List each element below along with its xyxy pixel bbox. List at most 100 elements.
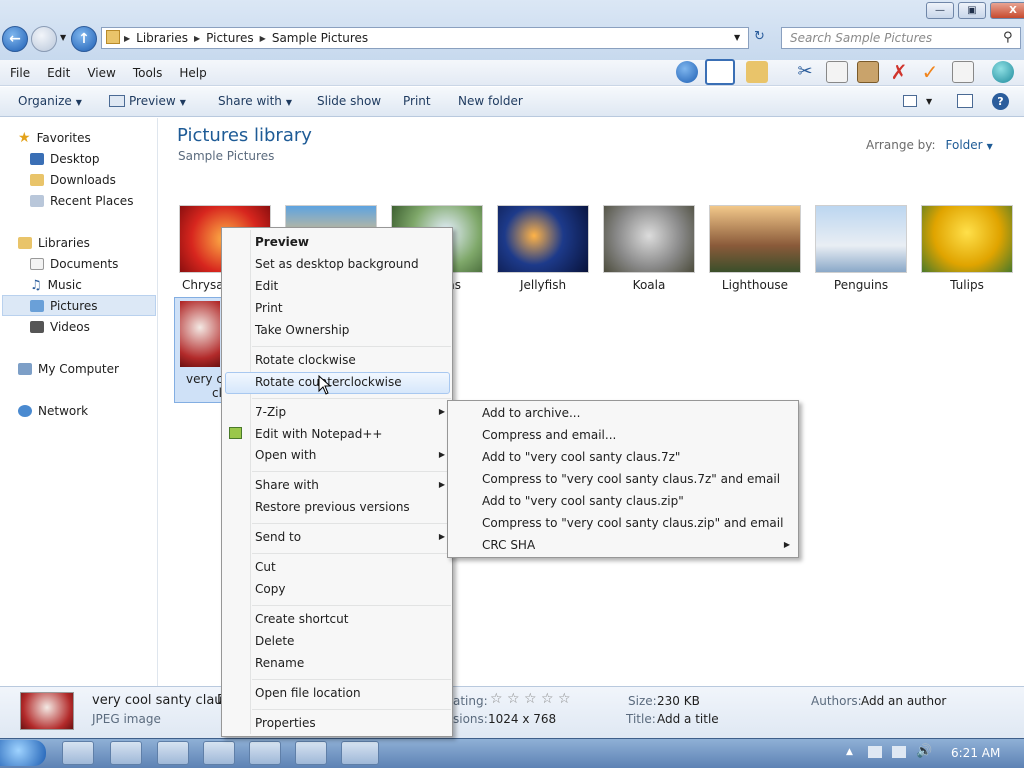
properties-icon[interactable] (952, 61, 974, 83)
submenu-item-add-7z[interactable]: Add to "very cool santy claus.7z" (482, 447, 680, 467)
thumbnail-jellyfish[interactable] (497, 205, 589, 273)
menu-item-preview[interactable]: Preview (255, 232, 309, 252)
checkmark-icon[interactable]: ✓ (919, 61, 941, 83)
address-dropdown-icon[interactable]: ▼ (734, 33, 740, 42)
slide-show-button[interactable]: Slide show (317, 94, 381, 108)
nav-desktop[interactable]: Desktop (30, 149, 100, 169)
taskbar-explorer-window[interactable] (341, 741, 379, 765)
menu-item-properties[interactable]: Properties (255, 713, 316, 733)
submenu-item-compress-7z-email[interactable]: Compress to "very cool santy claus.7z" a… (482, 469, 780, 489)
refresh-icon[interactable]: ↻ (754, 29, 765, 44)
copy-icon[interactable] (826, 61, 848, 83)
menu-item-create-shortcut[interactable]: Create shortcut (255, 609, 348, 629)
menu-item-edit[interactable]: Edit (255, 276, 278, 296)
folder-check-icon[interactable] (746, 61, 768, 83)
details-title-value[interactable]: Add a title (657, 712, 719, 726)
delete-x-icon[interactable]: ✗ (888, 61, 910, 83)
menu-item-open-with[interactable]: Open with (255, 445, 316, 465)
submenu-item-compress-zip-email[interactable]: Compress to "very cool santy claus.zip" … (482, 513, 783, 533)
up-arrow-icon[interactable] (676, 61, 698, 83)
nav-documents[interactable]: Documents (30, 254, 118, 274)
print-button[interactable]: Print (403, 94, 431, 108)
nav-my-computer[interactable]: My Computer (18, 359, 119, 379)
menu-item-edit-notepad[interactable]: Edit with Notepad++ (255, 424, 382, 444)
menu-item-7zip[interactable]: 7-Zip (255, 402, 286, 422)
nav-music[interactable]: ♫ Music (30, 275, 82, 295)
share-with-button[interactable]: Share with ▼ (218, 94, 292, 108)
submenu-item-crc-sha[interactable]: CRC SHA (482, 535, 535, 555)
menu-item-open-file-location[interactable]: Open file location (255, 683, 361, 703)
forward-icon[interactable] (31, 26, 57, 52)
submenu-item-add-to-archive[interactable]: Add to archive... (482, 403, 580, 423)
nav-recent-places[interactable]: Recent Places (30, 191, 133, 211)
menu-view[interactable]: View (87, 66, 115, 80)
thumbnail-penguins[interactable] (815, 205, 907, 273)
taskbar-notepad[interactable] (249, 741, 281, 765)
submenu-item-compress-email[interactable]: Compress and email... (482, 425, 616, 445)
preview-button[interactable]: Preview ▼ (129, 94, 186, 108)
taskbar-media-player[interactable] (110, 741, 142, 765)
organize-button[interactable]: Organize ▼ (18, 94, 82, 108)
menu-item-share-with[interactable]: Share with (255, 475, 319, 495)
taskbar-explorer[interactable] (62, 741, 94, 765)
up-icon[interactable]: ↑ (71, 26, 97, 52)
rating-stars[interactable]: ☆ ☆ ☆ ☆ ☆ (490, 691, 571, 707)
breadcrumb-sample-pictures[interactable]: Sample Pictures (272, 31, 368, 45)
volume-icon[interactable]: 🔊 (916, 744, 932, 759)
maximize-button[interactable]: ▣ (958, 2, 986, 19)
nav-downloads[interactable]: Downloads (30, 170, 116, 190)
chevron-down-icon[interactable]: ▼ (926, 97, 932, 106)
preview-pane-icon[interactable] (957, 94, 973, 108)
pane-layout-icon[interactable] (705, 59, 735, 85)
thumbnail-tulips[interactable] (921, 205, 1013, 273)
search-input[interactable]: Search Sample Pictures (781, 27, 1021, 49)
nav-videos[interactable]: Videos (30, 317, 90, 337)
menu-item-rotate-clockwise[interactable]: Rotate clockwise (255, 350, 356, 370)
new-folder-button[interactable]: New folder (458, 94, 523, 108)
start-button[interactable] (0, 740, 46, 766)
details-authors-value[interactable]: Add an author (861, 694, 946, 708)
menu-item-delete[interactable]: Delete (255, 631, 294, 651)
menu-item-set-desktop-background[interactable]: Set as desktop background (255, 254, 419, 274)
view-options-icon[interactable] (903, 95, 917, 107)
nav-network[interactable]: Network (18, 401, 88, 421)
minimize-button[interactable]: — (926, 2, 954, 19)
taskbar-app[interactable] (295, 741, 327, 765)
arrange-by[interactable]: Arrange by: Folder ▼ (866, 138, 993, 152)
nav-pictures[interactable]: Pictures (30, 296, 98, 316)
nav-favorites[interactable]: ★ Favorites (18, 128, 91, 148)
thumbnail-koala[interactable] (603, 205, 695, 273)
action-center-icon[interactable] (868, 746, 882, 758)
menu-help[interactable]: Help (179, 66, 206, 80)
close-button[interactable]: X (990, 2, 1024, 19)
menu-item-restore-previous-versions[interactable]: Restore previous versions (255, 497, 410, 517)
menu-file[interactable]: File (10, 66, 30, 80)
history-dropdown-icon[interactable]: ▼ (60, 33, 66, 42)
search-icon[interactable]: ⚲ (1003, 30, 1013, 45)
menu-edit[interactable]: Edit (47, 66, 70, 80)
menu-item-copy[interactable]: Copy (255, 579, 285, 599)
submenu-item-add-zip[interactable]: Add to "very cool santy claus.zip" (482, 491, 684, 511)
menu-item-take-ownership[interactable]: Take Ownership (255, 320, 349, 340)
thumbnail-lighthouse[interactable] (709, 205, 801, 273)
clock[interactable]: 6:21 AM (951, 746, 1000, 760)
arrange-by-value[interactable]: Folder (946, 138, 983, 152)
menu-item-cut[interactable]: Cut (255, 557, 276, 577)
menu-item-rename[interactable]: Rename (255, 653, 304, 673)
menu-item-print[interactable]: Print (255, 298, 283, 318)
menu-tools[interactable]: Tools (133, 66, 163, 80)
paste-icon[interactable] (857, 61, 879, 83)
breadcrumb-libraries[interactable]: Libraries (136, 31, 188, 45)
menu-item-send-to[interactable]: Send to (255, 527, 301, 547)
scissors-icon[interactable]: ✂ (794, 61, 816, 83)
help-icon[interactable]: ? (992, 93, 1009, 110)
taskbar-chrome[interactable] (157, 741, 189, 765)
network-tray-icon[interactable] (892, 746, 906, 758)
library-subtitle[interactable]: Sample Pictures (178, 149, 274, 163)
breadcrumb-pictures[interactable]: Pictures (206, 31, 254, 45)
taskbar-7zip[interactable] (203, 741, 235, 765)
globe-icon[interactable] (992, 61, 1014, 83)
nav-libraries[interactable]: Libraries (18, 233, 90, 253)
back-icon[interactable]: ← (2, 26, 28, 52)
thumbnail-santa[interactable] (180, 301, 220, 367)
